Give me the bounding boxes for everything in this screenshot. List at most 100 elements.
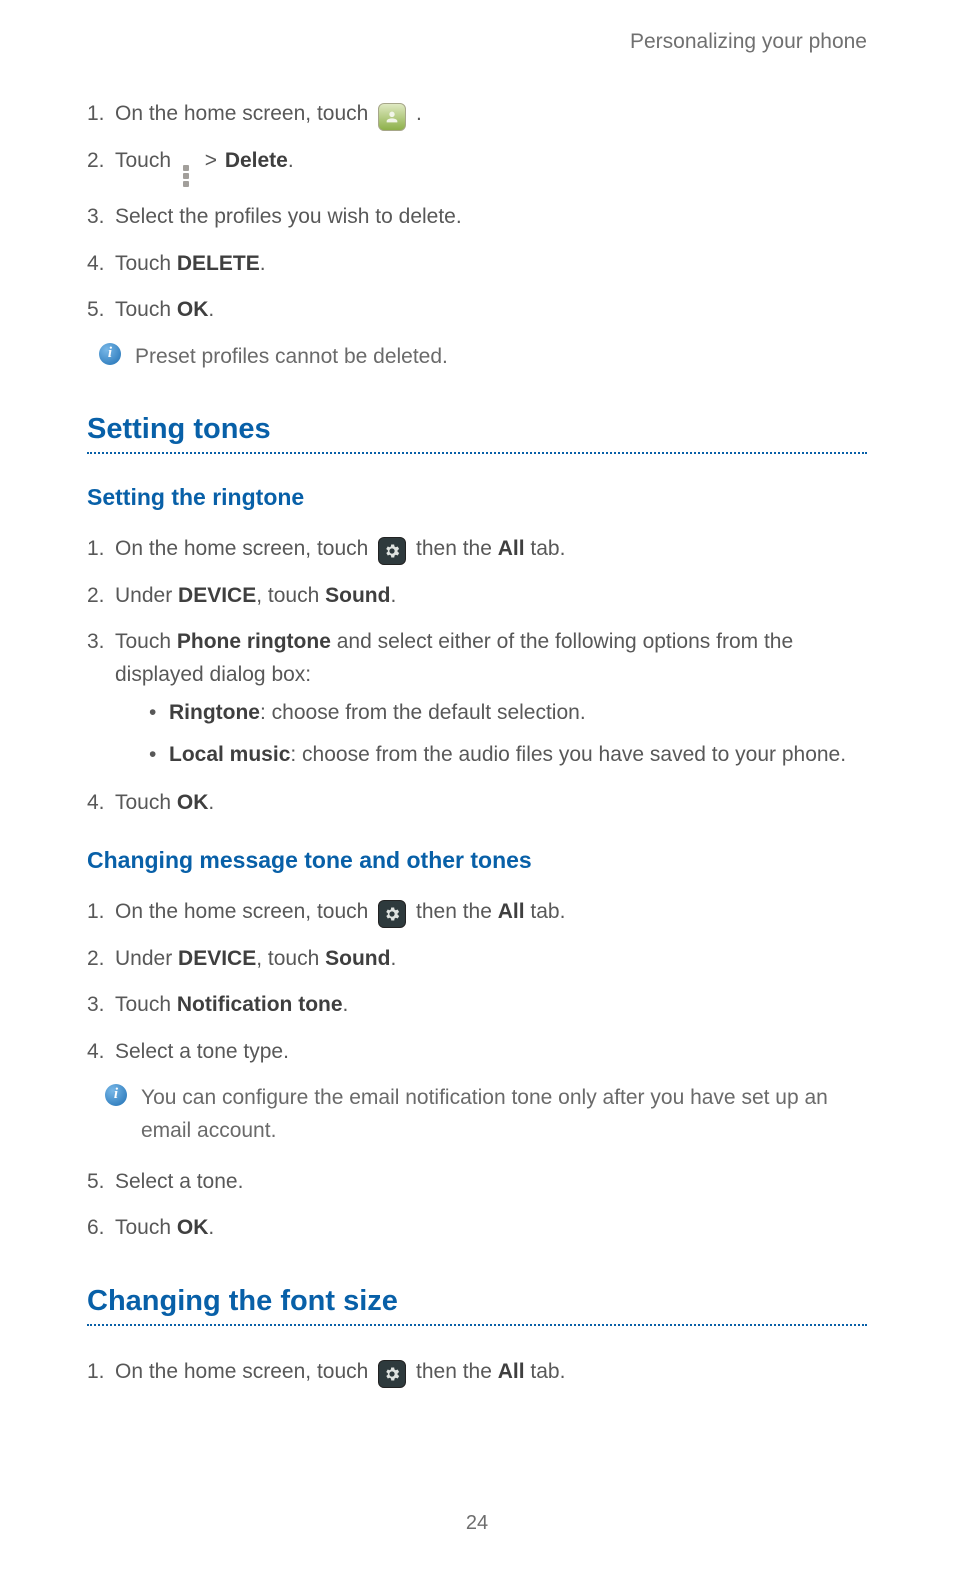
step-5: 5. Touch OK. xyxy=(87,294,867,327)
profile-manager-icon xyxy=(378,103,406,131)
ringtone-steps: 1. On the home screen, touch then the Al… xyxy=(87,533,867,819)
step-number: 3. xyxy=(87,989,105,1022)
section-title-setting-tones: Setting tones xyxy=(87,413,867,446)
text: Touch xyxy=(115,298,177,321)
step-number: 4. xyxy=(87,248,105,281)
other-tones-steps-cont: 5. Select a tone. 6. Touch OK. xyxy=(87,1166,867,1245)
all-tab-label: All xyxy=(498,537,525,560)
text: Touch xyxy=(115,1216,177,1239)
step-5: 5. Select a tone. xyxy=(87,1166,867,1199)
text: . xyxy=(208,298,214,321)
step-1: 1. On the home screen, touch then the Al… xyxy=(87,533,867,566)
step-number: 1. xyxy=(87,98,105,131)
text: then the xyxy=(416,537,498,560)
step-number: 2. xyxy=(87,943,105,976)
note-row: Preset profiles cannot be deleted. xyxy=(87,341,867,374)
delete-profiles-steps: 1. On the home screen, touch . 2. Touch … xyxy=(87,98,867,327)
step-number: 3. xyxy=(87,201,105,234)
ok-button-label: OK xyxy=(177,1216,209,1239)
step-number: 1. xyxy=(87,1356,105,1389)
step-4: 4. Touch OK. xyxy=(87,787,867,820)
text: On the home screen, touch xyxy=(115,537,374,560)
text: tab. xyxy=(525,1360,566,1383)
sound-label: Sound xyxy=(325,947,390,970)
step-1: 1. On the home screen, touch . xyxy=(87,98,867,131)
step-number: 5. xyxy=(87,1166,105,1199)
text: Touch xyxy=(115,791,177,814)
text: . xyxy=(260,252,266,275)
local-music-option-label: Local music xyxy=(169,743,290,766)
text: . xyxy=(416,102,422,125)
font-size-steps: 1. On the home screen, touch then the Al… xyxy=(87,1356,867,1389)
step-number: 1. xyxy=(87,533,105,566)
phone-ringtone-label: Phone ringtone xyxy=(177,630,331,653)
section-title-font-size: Changing the font size xyxy=(87,1285,867,1318)
note-row: You can configure the email notification… xyxy=(87,1082,867,1147)
bullet-ringtone: Ringtone: choose from the default select… xyxy=(115,695,867,731)
sub-title-ringtone: Setting the ringtone xyxy=(87,484,867,511)
text: . xyxy=(390,584,396,607)
delete-button-label: DELETE xyxy=(177,252,260,275)
step-1: 1. On the home screen, touch then the Al… xyxy=(87,896,867,929)
text: . xyxy=(390,947,396,970)
text: Select a tone. xyxy=(115,1170,243,1193)
section-divider xyxy=(87,1324,867,1326)
step-3: 3. Touch Phone ringtone and select eithe… xyxy=(87,626,867,772)
sub-title-other-tones: Changing message tone and other tones xyxy=(87,847,867,874)
info-icon xyxy=(99,343,121,365)
text: Under xyxy=(115,584,178,607)
text: Touch xyxy=(115,252,177,275)
text: Touch xyxy=(115,630,177,653)
step-2: 2. Under DEVICE, touch Sound. xyxy=(87,943,867,976)
text: then the xyxy=(416,900,498,923)
step-number: 1. xyxy=(87,896,105,929)
device-label: DEVICE xyxy=(178,584,256,607)
step-4: 4. Touch DELETE. xyxy=(87,248,867,281)
ok-button-label: OK xyxy=(177,298,209,321)
breadcrumb-separator: > xyxy=(205,149,217,172)
text: Touch xyxy=(115,993,177,1016)
step-2: 2. Under DEVICE, touch Sound. xyxy=(87,580,867,613)
step-3: 3. Touch Notification tone. xyxy=(87,989,867,1022)
text: Under xyxy=(115,947,178,970)
text: Touch xyxy=(115,149,177,172)
text: tab. xyxy=(525,900,566,923)
text: : choose from the default selection. xyxy=(260,701,586,724)
text: , touch xyxy=(256,584,325,607)
step-number: 5. xyxy=(87,294,105,327)
text: , touch xyxy=(256,947,325,970)
other-tones-steps: 1. On the home screen, touch then the Al… xyxy=(87,896,867,1068)
settings-icon xyxy=(378,1360,406,1388)
ok-button-label: OK xyxy=(177,791,209,814)
text: Select the profiles you wish to delete. xyxy=(115,205,462,228)
menu-delete-label: Delete xyxy=(225,149,288,172)
step-number: 3. xyxy=(87,626,105,659)
step-number: 2. xyxy=(87,580,105,613)
step-4: 4. Select a tone type. xyxy=(87,1036,867,1069)
step-number: 4. xyxy=(87,787,105,820)
text: . xyxy=(208,791,214,814)
text: On the home screen, touch xyxy=(115,102,374,125)
ringtone-option-label: Ringtone xyxy=(169,701,260,724)
step-2: 2. Touch > Delete. xyxy=(87,145,867,187)
page-number: 24 xyxy=(0,1512,954,1535)
text: then the xyxy=(416,1360,498,1383)
settings-icon xyxy=(378,900,406,928)
notification-tone-label: Notification tone xyxy=(177,993,343,1016)
device-label: DEVICE xyxy=(178,947,256,970)
note-text: You can configure the email notification… xyxy=(141,1082,867,1147)
overflow-menu-icon xyxy=(183,165,191,187)
step-1: 1. On the home screen, touch then the Al… xyxy=(87,1356,867,1389)
text: . xyxy=(288,149,294,172)
step-6: 6. Touch OK. xyxy=(87,1212,867,1245)
all-tab-label: All xyxy=(498,1360,525,1383)
step-number: 4. xyxy=(87,1036,105,1069)
text: tab. xyxy=(525,537,566,560)
note-text: Preset profiles cannot be deleted. xyxy=(135,341,448,374)
text: . xyxy=(343,993,349,1016)
settings-icon xyxy=(378,537,406,565)
text: On the home screen, touch xyxy=(115,900,374,923)
section-divider xyxy=(87,452,867,454)
step-number: 2. xyxy=(87,145,105,178)
text: On the home screen, touch xyxy=(115,1360,374,1383)
